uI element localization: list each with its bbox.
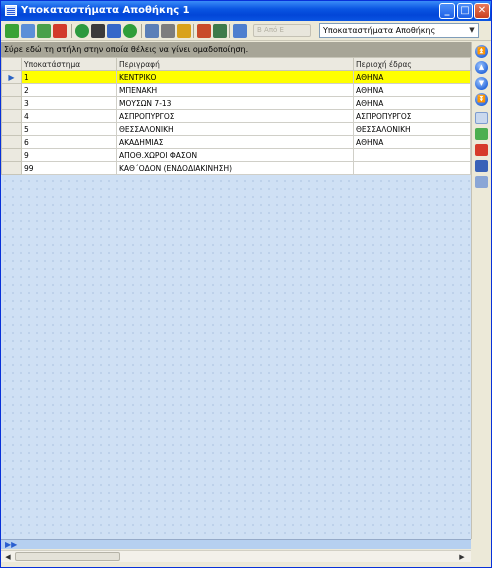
row-indicator <box>1 161 22 175</box>
previous-record-icon[interactable]: ▲ <box>475 61 488 74</box>
record-navigation-panel: ⏫ ▲ ▼ ⏬ <box>471 42 491 539</box>
table-icon <box>5 5 17 16</box>
form-icon[interactable] <box>475 112 488 124</box>
column-header-branch[interactable]: Υποκατάστημα <box>21 57 117 71</box>
status-bar: ▶▶ <box>1 539 471 549</box>
last-record-icon[interactable]: ⏬ <box>475 93 488 106</box>
cell-region[interactable] <box>353 161 471 175</box>
data-grid: Υποκατάστημα Περιγραφή Περιοχή έδρας ▶ 1… <box>1 57 471 175</box>
stack-icon[interactable] <box>213 24 227 38</box>
expand-nav-icon[interactable]: ▶▶ <box>5 540 17 549</box>
cell-region[interactable]: ΑΘΗΝΑ <box>353 135 471 149</box>
table-row[interactable]: 5 ΘΕΣΣΑΛΟΝΙΚΗ ΘΕΣΣΑΛΟΝΙΚΗ <box>1 122 471 136</box>
row-indicator <box>1 96 22 110</box>
title-bar[interactable]: Υποκαταστήματα Αποθήκης 1 _ □ ✕ <box>1 1 491 21</box>
row-indicator-header <box>1 57 22 71</box>
report-icon[interactable] <box>197 24 211 38</box>
cell-description[interactable]: ΑΚΑΔΗΜΙΑΣ <box>116 135 354 149</box>
cell-description[interactable]: ΚΕΝΤΡΙΚΟ <box>116 70 354 84</box>
cell-description[interactable]: ΑΣΠΡΟΠΥΡΓΟΣ <box>116 109 354 123</box>
row-indicator-icon: ▶ <box>1 70 22 84</box>
chevron-down-icon[interactable]: ▼ <box>466 24 478 37</box>
cell-branch[interactable]: 99 <box>21 161 117 175</box>
cell-description[interactable]: ΚΑΘ΄ΟΔΟΝ (ΕΝΔΟΔΙΑΚΙΝΗΣΗ) <box>116 161 354 175</box>
cell-description[interactable]: ΜΠΕΝΑΚΗ <box>116 83 354 97</box>
cell-branch[interactable]: 5 <box>21 122 117 136</box>
cell-branch[interactable]: 3 <box>21 96 117 110</box>
first-record-icon[interactable]: ⏫ <box>475 45 488 58</box>
cell-region[interactable] <box>353 148 471 162</box>
binoculars-icon[interactable] <box>91 24 105 38</box>
edit-icon[interactable] <box>37 24 51 38</box>
group-by-panel[interactable]: Σύρε εδώ τη στήλη στην οποία θέλεις να γ… <box>1 42 471 57</box>
wizard-icon[interactable] <box>177 24 191 38</box>
cell-description[interactable]: ΑΠΟΘ.ΧΩΡΟΙ ΦΑΣΟΝ <box>116 148 354 162</box>
table-row[interactable]: 3 ΜΟΥΣΩΝ 7-13 ΑΘΗΝΑ <box>1 96 471 110</box>
toolbar-separator <box>229 24 230 38</box>
table-row[interactable]: 4 ΑΣΠΡΟΠΥΡΓΟΣ ΑΣΠΡΟΠΥΡΓΟΣ <box>1 109 471 123</box>
row-indicator <box>1 135 22 149</box>
table-row[interactable]: 2 ΜΠΕΝΑΚΗ ΑΘΗΝΑ <box>1 83 471 97</box>
table-row[interactable]: 99 ΚΑΘ΄ΟΔΟΝ (ΕΝΔΟΔΙΑΚΙΝΗΣΗ) <box>1 161 471 175</box>
find-icon[interactable] <box>21 24 35 38</box>
cell-region[interactable]: ΘΕΣΣΑΛΟΝΙΚΗ <box>353 122 471 136</box>
cell-region[interactable]: ΑΘΗΝΑ <box>353 96 471 110</box>
cell-branch[interactable]: 2 <box>21 83 117 97</box>
table-row[interactable]: ▶ 1 ΚΕΝΤΡΙΚΟ ΑΘΗΝΑ <box>1 70 471 84</box>
scroll-right-icon[interactable]: ▶ <box>457 552 467 562</box>
toolbar-separator <box>193 24 194 38</box>
help-icon[interactable] <box>75 24 89 38</box>
delete-record-icon[interactable] <box>475 144 488 156</box>
cell-branch[interactable]: 4 <box>21 109 117 123</box>
scroll-left-icon[interactable]: ◀ <box>3 552 13 562</box>
toolbar-separator <box>141 24 142 38</box>
cell-description[interactable]: ΘΕΣΣΑΛΟΝΙΚΗ <box>116 122 354 136</box>
add-record-icon[interactable] <box>475 128 488 140</box>
toolbar: Β Από Ε Υποκαταστήματα Αποθήκης ▼ <box>1 21 491 41</box>
save-icon[interactable] <box>475 160 488 172</box>
cell-region[interactable]: ΑΣΠΡΟΠΥΡΓΟΣ <box>353 109 471 123</box>
maximize-button[interactable]: □ <box>457 3 473 19</box>
data-grid-area: Υποκατάστημα Περιγραφή Περιοχή έδρας ▶ 1… <box>1 57 471 539</box>
cell-region[interactable]: ΑΘΗΝΑ <box>353 83 471 97</box>
table-row[interactable]: 6 ΑΚΑΔΗΜΙΑΣ ΑΘΗΝΑ <box>1 135 471 149</box>
grid-header-row: Υποκατάστημα Περιγραφή Περιοχή έδρας <box>1 57 471 71</box>
form-selector-dropdown[interactable]: Υποκαταστήματα Αποθήκης ▼ <box>319 23 479 38</box>
toolbar-separator <box>71 24 72 38</box>
copy-record-icon[interactable] <box>475 176 488 188</box>
close-button[interactable]: ✕ <box>474 3 490 19</box>
window-title: Υποκαταστήματα Αποθήκης 1 <box>21 5 190 16</box>
row-indicator <box>1 83 22 97</box>
scrollbar-thumb[interactable] <box>15 552 120 561</box>
form-selector-value: Υποκαταστήματα Αποθήκης <box>323 26 436 35</box>
row-indicator <box>1 122 22 136</box>
delete-icon[interactable] <box>53 24 67 38</box>
row-indicator <box>1 148 22 162</box>
copy-icon[interactable] <box>233 24 247 38</box>
column-header-description[interactable]: Περιγραφή <box>116 57 354 71</box>
cell-branch[interactable]: 6 <box>21 135 117 149</box>
horizontal-scrollbar[interactable]: ◀ ▶ <box>1 550 471 562</box>
column-header-region[interactable]: Περιοχή έδρας <box>353 57 471 71</box>
next-record-icon[interactable]: ▼ <box>475 77 488 90</box>
application-window: Υποκαταστήματα Αποθήκης 1 _ □ ✕ Β Από Ε … <box>0 0 492 568</box>
cell-branch[interactable]: 1 <box>21 70 117 84</box>
refresh-icon[interactable] <box>123 24 137 38</box>
add-icon[interactable] <box>5 24 19 38</box>
minimize-button[interactable]: _ <box>439 3 455 19</box>
cell-description[interactable]: ΜΟΥΣΩΝ 7-13 <box>116 96 354 110</box>
sort-az-icon[interactable] <box>107 24 121 38</box>
print-preview-icon[interactable] <box>161 24 175 38</box>
cell-branch[interactable]: 9 <box>21 148 117 162</box>
table-row[interactable]: 9 ΑΠΟΘ.ΧΩΡΟΙ ΦΑΣΟΝ <box>1 148 471 162</box>
scroll-corner <box>471 550 491 562</box>
row-indicator <box>1 109 22 123</box>
cell-region[interactable]: ΑΘΗΝΑ <box>353 70 471 84</box>
disabled-range-field: Β Από Ε <box>253 24 311 37</box>
grid-icon[interactable] <box>145 24 159 38</box>
